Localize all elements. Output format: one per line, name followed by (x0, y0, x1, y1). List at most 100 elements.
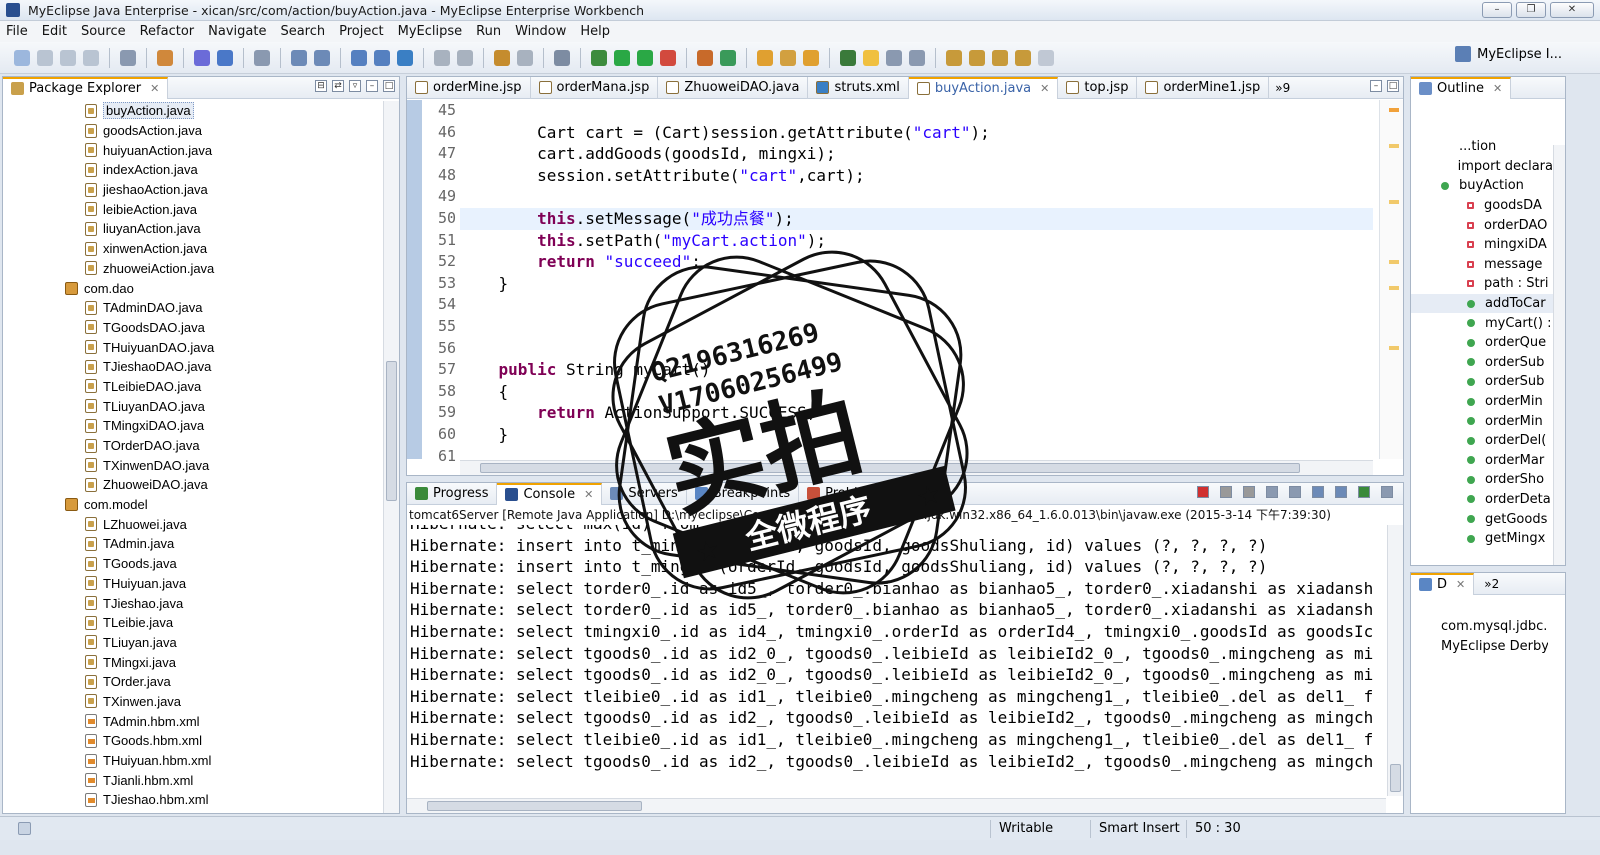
warning-marker[interactable] (1389, 200, 1399, 204)
scrollbar-thumb[interactable] (427, 801, 642, 811)
outline-item[interactable]: orderMin (1411, 411, 1553, 431)
menu-window[interactable]: Window (515, 24, 566, 39)
tree-file[interactable]: TOrder.java (3, 672, 382, 692)
tab-console[interactable]: Console ✕ (497, 482, 603, 505)
close-icon[interactable]: ✕ (1040, 82, 1049, 95)
close-icon[interactable]: ✕ (1493, 82, 1502, 95)
outline-scrollbar[interactable] (1553, 145, 1565, 565)
outline-item[interactable]: orderDAO (1411, 215, 1553, 235)
save-icon[interactable] (37, 49, 53, 66)
tree-file[interactable]: TJieshaoDAO.java (3, 357, 382, 377)
tab-breakpoints[interactable]: Breakpoints (687, 482, 800, 505)
next-annotation-icon[interactable] (946, 49, 962, 66)
clear-console-icon[interactable] (1266, 486, 1278, 498)
menu-run[interactable]: Run (476, 24, 501, 39)
show-whitespace-icon[interactable] (886, 49, 902, 66)
code-area[interactable]: Cart cart = (Cart)session.getAttribute("… (460, 100, 1373, 459)
layout-icon[interactable] (554, 49, 570, 66)
warning-marker[interactable] (1389, 346, 1399, 350)
back-icon[interactable] (1015, 49, 1031, 66)
restore-button[interactable]: ❐ (1516, 2, 1546, 18)
editor-tab[interactable]: top.jsp (1058, 76, 1138, 99)
open-resource-icon[interactable] (217, 49, 233, 66)
maximize-view-icon[interactable]: □ (383, 80, 395, 92)
scroll-lock-icon[interactable] (1289, 486, 1301, 498)
outline-item[interactable]: myCart() : (1411, 313, 1553, 333)
save-all-icon[interactable] (60, 49, 76, 66)
minimize-view-icon[interactable]: – (366, 80, 378, 92)
tree-package[interactable]: com.dao (3, 278, 382, 298)
tree-file[interactable]: liuyanAction.java (3, 219, 382, 239)
editor-tab[interactable]: struts.xml (808, 76, 909, 99)
outline-item[interactable]: goodsDA (1411, 196, 1553, 216)
scrollbar-thumb[interactable] (480, 463, 1300, 473)
package-tree-scrollbar[interactable] (383, 101, 399, 813)
tree-file[interactable]: TOrderDAO.java (3, 436, 382, 456)
tree-file[interactable]: buyAction.java (3, 101, 382, 121)
db-connection-item[interactable]: MyEclipse Derby (1411, 637, 1548, 657)
open-folder-icon[interactable] (757, 49, 773, 66)
browser-icon[interactable] (397, 49, 413, 66)
search-icon[interactable] (254, 49, 270, 66)
pin-console-icon[interactable] (1335, 486, 1347, 498)
tree-file[interactable]: TGoods.hbm.xml (3, 731, 382, 751)
menu-myeclipse[interactable]: MyEclipse (398, 24, 463, 39)
editor-tab[interactable]: ZhuoweiDAO.java (658, 76, 809, 99)
outline-item[interactable]: orderMar (1411, 451, 1553, 471)
tab-package-explorer[interactable]: Package Explorer ✕ (3, 76, 169, 99)
new-class-icon[interactable] (697, 49, 713, 66)
deploy-run-icon[interactable] (374, 49, 390, 66)
warning-marker[interactable] (1389, 286, 1399, 290)
tree-file[interactable]: TLeibieDAO.java (3, 377, 382, 397)
menu-navigate[interactable]: Navigate (208, 24, 266, 39)
outline-item[interactable]: orderSub (1411, 372, 1553, 392)
outline-item[interactable]: orderSub (1411, 353, 1553, 373)
maximize-view-icon[interactable]: □ (1387, 80, 1399, 92)
minimize-view-icon[interactable]: – (1370, 80, 1382, 92)
new-icon[interactable] (14, 49, 30, 66)
run-icon[interactable] (614, 49, 630, 66)
display-console-icon[interactable] (1358, 486, 1370, 498)
scrollbar-thumb[interactable] (386, 361, 397, 501)
tree-file[interactable]: TJieshao.hbm.xml (3, 790, 382, 810)
tree-file[interactable]: TLiuyan.java (3, 633, 382, 653)
tree-file[interactable]: THuiyuan.hbm.xml (3, 751, 382, 771)
tab-progress[interactable]: Progress (407, 482, 498, 505)
tab-db-browser[interactable]: D ✕ (1411, 572, 1475, 595)
tree-file[interactable]: TAdmin.java (3, 534, 382, 554)
tab-outline[interactable]: Outline ✕ (1411, 76, 1512, 99)
tree-package[interactable]: com.model (3, 495, 382, 515)
tree-file[interactable]: ZhuoweiDAO.java (3, 475, 382, 495)
tree-file[interactable]: leibieAction.java (3, 199, 382, 219)
outline-item[interactable]: path : Stri (1411, 274, 1553, 294)
outline-item[interactable]: buyAction (1411, 176, 1553, 196)
menu-project[interactable]: Project (339, 24, 383, 39)
tab-problems[interactable]: Problems (799, 482, 895, 505)
overview-ruler[interactable] (1379, 100, 1403, 459)
task-icon[interactable] (780, 49, 796, 66)
menu-search[interactable]: Search (280, 24, 325, 39)
tree-file[interactable]: zhuoweiAction.java (3, 259, 382, 279)
menu-file[interactable]: File (6, 24, 28, 39)
outline-item[interactable]: message (1411, 255, 1553, 275)
menu-source[interactable]: Source (81, 24, 126, 39)
close-icon[interactable]: ✕ (1456, 578, 1465, 591)
collapse-all-icon[interactable]: ⊟ (315, 80, 327, 92)
error-marker[interactable] (1389, 108, 1399, 112)
menu-edit[interactable]: Edit (42, 24, 67, 39)
outline-item[interactable]: addToCar (1411, 293, 1553, 314)
scrollbar-thumb[interactable] (1390, 764, 1401, 792)
outline-item[interactable]: orderMin (1411, 392, 1553, 412)
tab-servers[interactable]: Servers (602, 482, 687, 505)
prev-annotation-icon[interactable] (969, 49, 985, 66)
outline-item[interactable]: mingxiDA (1411, 235, 1553, 255)
tree-file[interactable]: THuiyuanDAO.java (3, 337, 382, 357)
tree-file[interactable]: TGoods.java (3, 554, 382, 574)
more-tabs-indicator[interactable]: »9 (1275, 81, 1290, 95)
console-output[interactable]: Hibernate: select max(id) from ...Hibern… (407, 525, 1386, 796)
tree-file[interactable]: TXinwenDAO.java (3, 455, 382, 475)
tree-file[interactable]: TMingxiDAO.java (3, 416, 382, 436)
tree-file[interactable]: THuiyuan.java (3, 574, 382, 594)
tree-file[interactable]: TAdmin.hbm.xml (3, 711, 382, 731)
new-package-icon[interactable] (720, 49, 736, 66)
